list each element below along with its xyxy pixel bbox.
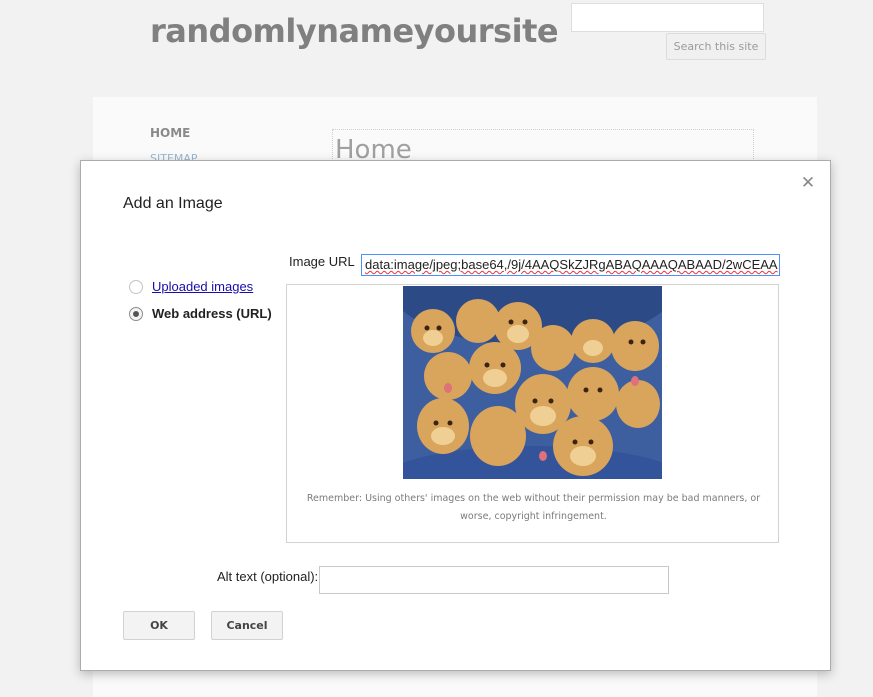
add-image-dialog: Add an Image ✕ Uploaded images Web addre… <box>80 160 831 671</box>
option-web-address[interactable]: Web address (URL) <box>129 306 272 321</box>
alt-text-label: Alt text (optional): <box>217 569 319 584</box>
ok-button[interactable]: OK <box>123 611 195 640</box>
site-title: randomlynameyoursite <box>150 12 559 50</box>
radio-web-address[interactable] <box>129 306 143 321</box>
image-url-value: data:image/jpeg;base64,/9j/4AAQSkZJRgABA… <box>365 257 778 272</box>
image-url-label: Image URL <box>289 254 355 269</box>
cancel-button[interactable]: Cancel <box>211 611 283 640</box>
nav-item-home[interactable]: HOME <box>150 126 190 140</box>
alt-text-input[interactable] <box>319 566 669 594</box>
close-icon[interactable]: ✕ <box>799 173 817 193</box>
image-preview <box>403 286 662 479</box>
image-preview-box: Remember: Using others' images on the we… <box>286 284 779 543</box>
web-address-label[interactable]: Web address (URL) <box>152 306 272 321</box>
image-url-input[interactable]: data:image/jpeg;base64,/9j/4AAQSkZJRgABA… <box>361 254 780 276</box>
search-site-button[interactable]: Search this site <box>666 33 766 60</box>
puppies-preview-graphic <box>403 286 662 479</box>
dialog-title: Add an Image <box>123 195 223 212</box>
option-uploaded-images[interactable]: Uploaded images <box>129 279 253 294</box>
uploaded-images-link[interactable]: Uploaded images <box>152 279 253 294</box>
radio-uploaded-images[interactable] <box>129 279 143 294</box>
copyright-notice: Remember: Using others' images on the we… <box>306 493 761 522</box>
site-search-input[interactable] <box>571 3 764 32</box>
